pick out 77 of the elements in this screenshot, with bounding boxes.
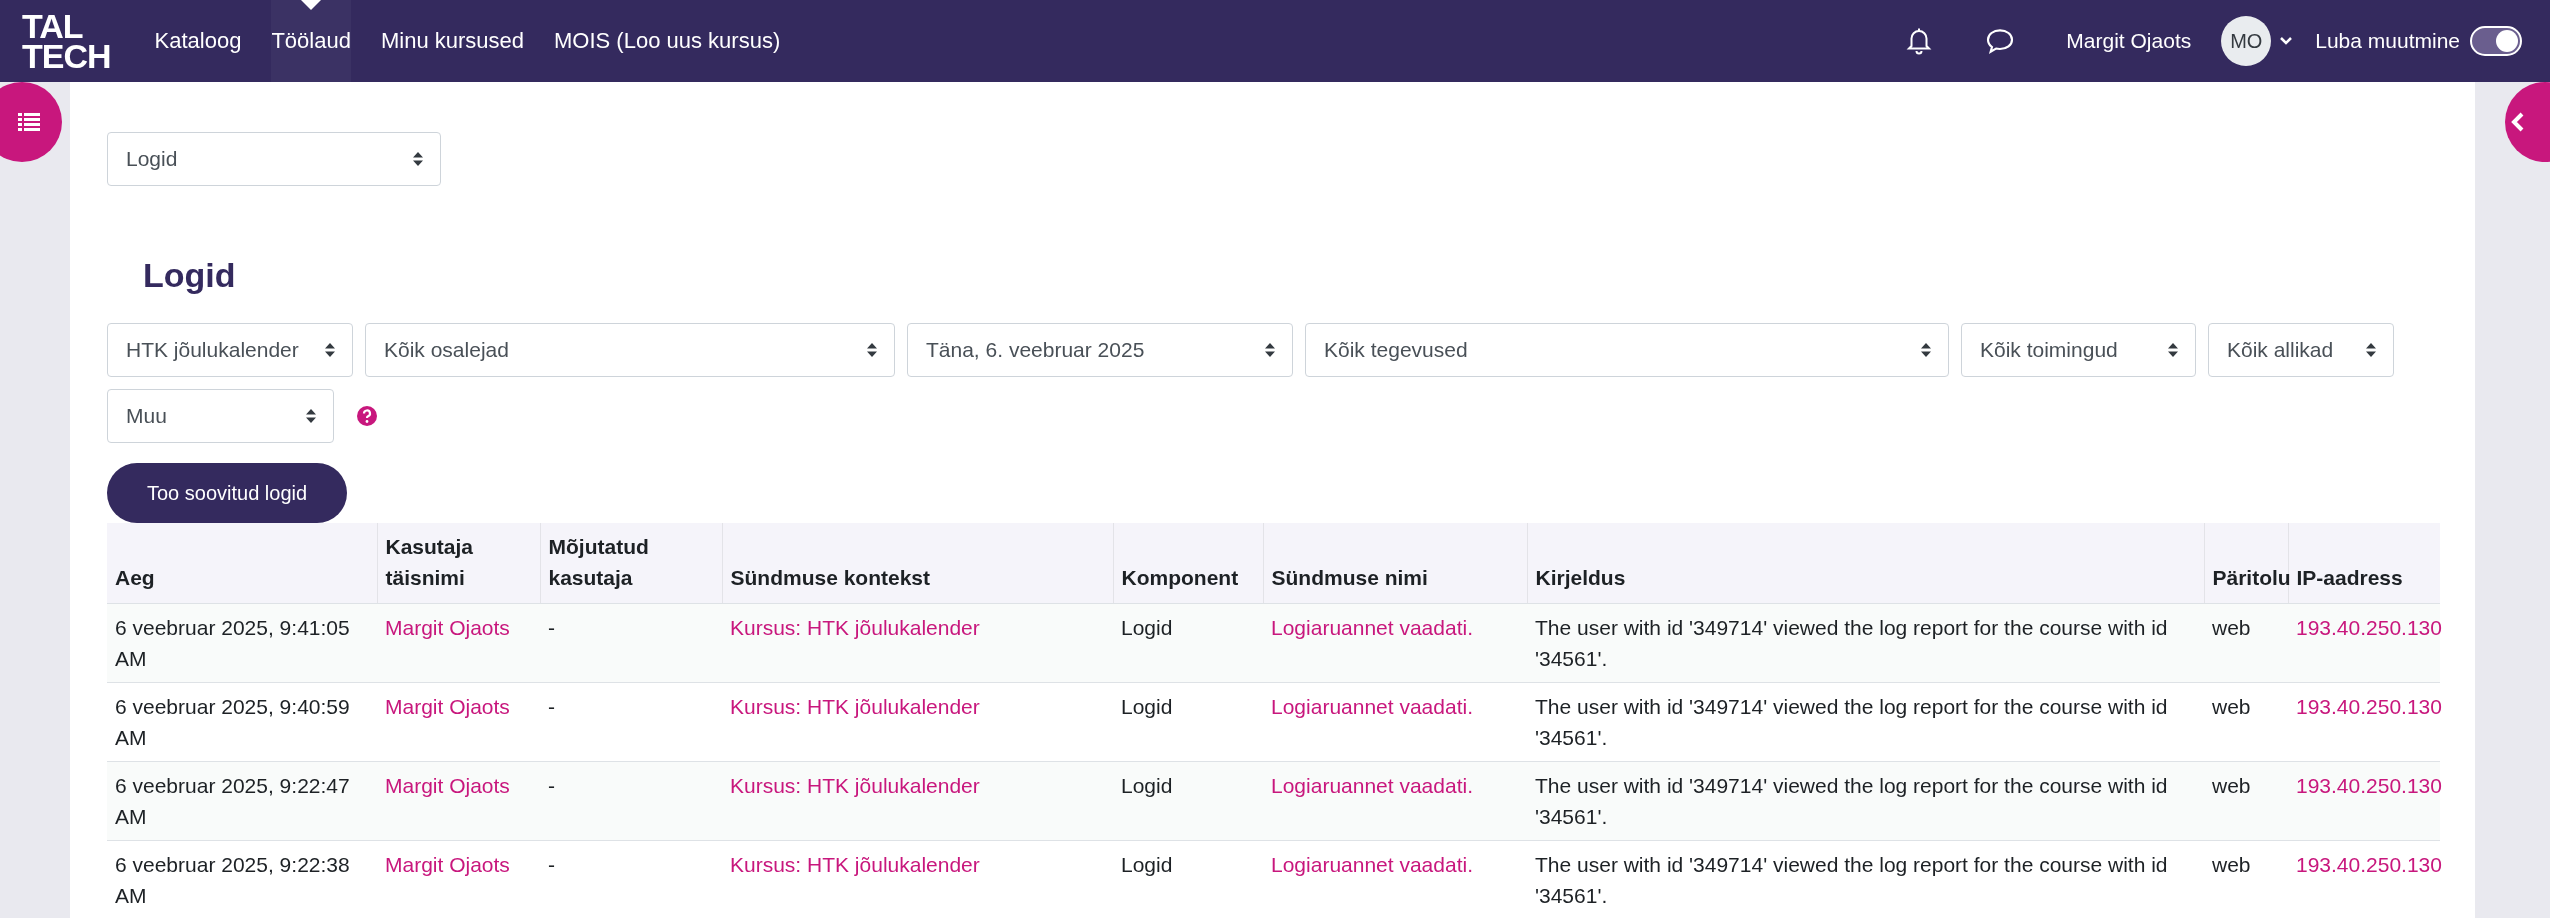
nav-link[interactable]: Minu kursused [380, 0, 524, 82]
filter-select[interactable]: Kõik allikad [2208, 323, 2394, 377]
table-link[interactable]: Logiaruannet vaadati. [1271, 774, 1473, 797]
report-select[interactable]: Logid [107, 132, 441, 186]
table-cell: 6 veebruar 2025, 9:41:05 AM [115, 616, 350, 670]
table-link[interactable]: Kursus: HTK jõulukalender [730, 616, 980, 639]
help-icon[interactable] [356, 405, 378, 427]
table-cell: 6 veebruar 2025, 9:40:59 AM [115, 695, 350, 749]
select-arrows-icon [2365, 342, 2377, 358]
table-cell: Logid [1121, 695, 1173, 718]
filter-select[interactable]: Muu [107, 389, 334, 443]
table-link[interactable]: 193.40.250.130 [2296, 774, 2442, 797]
table-link[interactable]: 193.40.250.130 [2296, 695, 2442, 718]
table-link[interactable]: Kursus: HTK jõulukalender [730, 774, 980, 797]
column-header[interactable]: Sündmuse nimi [1263, 523, 1527, 604]
table-link[interactable]: Margit Ojaots [385, 616, 510, 639]
select-arrows-icon [866, 342, 878, 358]
table-link[interactable]: 193.40.250.130 [2296, 616, 2442, 639]
list-icon [18, 113, 40, 131]
table-link[interactable]: Logiaruannet vaadati. [1271, 616, 1473, 639]
table-cell: - [548, 695, 555, 718]
table-link[interactable]: Kursus: HTK jõulukalender [730, 853, 980, 876]
table-cell: The user with id '349714' viewed the log report for the course with id '34561'. [1535, 774, 2168, 828]
table-cell: - [548, 774, 555, 797]
column-header[interactable]: Aeg [107, 523, 377, 604]
select-arrows-icon [324, 342, 336, 358]
select-arrows-icon [412, 151, 424, 167]
nav-link[interactable]: Töölaud [271, 0, 351, 82]
column-header[interactable]: IP-aadress [2288, 523, 2440, 604]
select-arrows-icon [1920, 342, 1932, 358]
nav-link[interactable]: MOIS (Loo uus kursus) [554, 0, 781, 82]
table-cell: web [2212, 616, 2251, 639]
table-cell: The user with id '349714' viewed the log report for the course with id '34561'. [1535, 616, 2168, 670]
table-link[interactable]: Margit Ojaots [385, 774, 510, 797]
user-name[interactable]: Margit Ojaots [2066, 29, 2192, 53]
logo[interactable]: TAL TECH [22, 11, 111, 71]
table-cell: Logid [1121, 616, 1173, 639]
drawer-toggle-button[interactable] [0, 82, 62, 162]
table-cell: - [548, 616, 555, 639]
select-arrows-icon [2167, 342, 2179, 358]
filter-select[interactable]: Kõik osalejad [365, 323, 895, 377]
select-arrows-icon [305, 408, 317, 424]
column-header[interactable]: Sündmuse kontekst [722, 523, 1113, 604]
filter-select[interactable]: Kõik toimingud [1961, 323, 2196, 377]
column-header[interactable]: Mõjutatud kasutaja [540, 523, 722, 604]
toggle-label: Luba muutmine [2315, 29, 2460, 53]
table-cell: web [2212, 774, 2251, 797]
avatar[interactable]: MO [2221, 16, 2272, 66]
table-cell: - [548, 853, 555, 876]
table-cell: web [2212, 853, 2251, 876]
table-link[interactable]: Logiaruannet vaadati. [1271, 695, 1473, 718]
column-header[interactable]: Komponent [1113, 523, 1263, 604]
filter-select[interactable]: Kõik tegevused [1305, 323, 1949, 377]
caret-icon[interactable] [2279, 36, 2294, 46]
table-link[interactable]: Margit Ojaots [385, 853, 510, 876]
submit-button[interactable]: Too soovitud logid [107, 463, 348, 523]
table-cell: 6 veebruar 2025, 9:22:38 AM [115, 853, 350, 907]
column-header[interactable]: Kasutaja täisnimi [377, 523, 540, 604]
select-arrows-icon [1264, 342, 1276, 358]
table-cell: The user with id '349714' viewed the log report for the course with id '34561'. [1535, 695, 2168, 749]
table-cell: The user with id '349714' viewed the log report for the course with id '34561'. [1535, 853, 2168, 907]
table-link[interactable]: Kursus: HTK jõulukalender [730, 695, 980, 718]
table-link[interactable]: 193.40.250.130 [2296, 853, 2442, 876]
table-link[interactable]: Logiaruannet vaadati. [1271, 853, 1473, 876]
table-link[interactable]: Margit Ojaots [385, 695, 510, 718]
filter-select[interactable]: Täna, 6. veebruar 2025 [907, 323, 1293, 377]
column-header[interactable]: Päritolu [2204, 523, 2288, 604]
table-cell: 6 veebruar 2025, 9:22:47 AM [115, 774, 350, 828]
chevron-left-icon [2511, 112, 2525, 132]
table-cell: Logid [1121, 774, 1173, 797]
filter-select[interactable]: HTK jõulukalender [107, 323, 353, 377]
table-cell: web [2212, 695, 2251, 718]
table-cell: Logid [1121, 853, 1173, 876]
column-header[interactable]: Kirjeldus [1527, 523, 2204, 604]
nav-link[interactable]: Kataloog [154, 0, 242, 82]
edit-mode-switch[interactable] [2470, 26, 2522, 56]
page-heading: Logid [143, 256, 237, 295]
